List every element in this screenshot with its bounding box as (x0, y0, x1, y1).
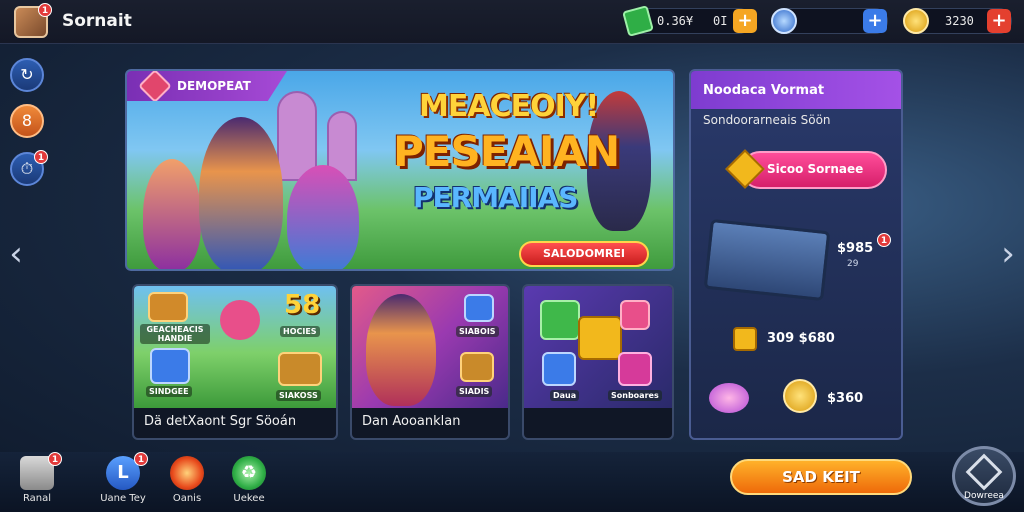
card-caption: Dan Aooanklan (362, 414, 461, 429)
offer-row-2-value: $360 (827, 391, 864, 406)
next-arrow-icon[interactable]: › (998, 234, 1018, 274)
coin-icon (903, 8, 929, 34)
candy-icon (709, 383, 749, 413)
eight-icon[interactable]: 8 (10, 104, 44, 138)
gold-coin-icon (783, 379, 817, 413)
event-card-1[interactable]: GEACHEACIS HANDIE 58 HOCIES SINDGEE SIAK… (132, 284, 338, 440)
hero-button[interactable]: SALODOMREI (519, 241, 649, 267)
bottom-nav-ranal[interactable]: 1 Ranal (8, 452, 66, 504)
cash-icon (622, 5, 654, 37)
gold-box-icon (733, 327, 757, 351)
home-button[interactable]: Dowreea (952, 446, 1016, 506)
gem-icon (138, 71, 172, 101)
add-cash-button[interactable]: + (733, 9, 757, 33)
notification-badge: 1 (38, 3, 52, 17)
offer-row-1-value: 309 $680 (767, 331, 835, 346)
cash-resource: 0.36¥ 0I + (622, 5, 757, 37)
timer-icon[interactable]: ⏱ 1 (10, 150, 48, 186)
timer-badge: 1 (34, 150, 48, 164)
chest-badge: 1 (877, 233, 891, 247)
offer-panel: Noodaca Vormat Sondoorarneais Söön Sicoo… (689, 69, 903, 440)
hero-character-2 (199, 117, 283, 269)
cta-button[interactable]: SAD KEIT (730, 459, 912, 495)
flame-icon (170, 456, 204, 490)
previous-arrow-icon[interactable]: ‹ (6, 234, 26, 274)
hero-banner[interactable]: DEMOPEAT MEACEOIY! PESEAIAN PERMAIIAS SA… (125, 69, 675, 271)
offer-panel-subtitle: Sondoorarneais Söön (703, 113, 831, 127)
recycle-icon: ♻ (232, 456, 266, 490)
blob-icon (220, 300, 260, 340)
diamond-icon (965, 453, 1003, 491)
treasure-chest-icon[interactable]: 1 (14, 3, 52, 38)
bottom-nav-uekee[interactable]: ♻ Uekee (220, 456, 278, 504)
hero-tag: DEMOPEAT (127, 71, 287, 101)
app-title: Sornait (62, 11, 132, 31)
crystal-resource: + (771, 8, 888, 34)
crystal-icon (771, 8, 797, 34)
hero-title-line3: PERMAIIAS (413, 181, 578, 214)
chest-icon[interactable] (703, 218, 831, 302)
chest-sub-value: 29 (847, 259, 859, 269)
bottom-nav-uane-tey[interactable]: L 1 Uane Tey (94, 452, 152, 504)
refresh-icon[interactable]: ↻ (10, 58, 44, 92)
chest-price: $985 (837, 241, 874, 256)
house-icon: 1 (20, 452, 62, 490)
hero-character-1 (143, 159, 201, 269)
l-letter-icon: L 1 (106, 452, 148, 490)
card-caption: Dä detXaont Sgr Söoán (144, 414, 297, 429)
coin-resource: 3230 + (903, 8, 1012, 34)
add-coin-button[interactable]: + (987, 9, 1011, 33)
event-card-2[interactable]: SIABOIS SIADIS Dan Aooanklan (350, 284, 510, 440)
event-card-3[interactable]: Daua Sonboares (522, 284, 674, 440)
bottom-nav-oanis[interactable]: Oanis (158, 456, 216, 504)
hero-title-line2: PESEAIAN (393, 127, 620, 176)
add-crystal-button[interactable]: + (863, 9, 887, 33)
offer-panel-title: Noodaca Vormat (703, 83, 825, 98)
hero-character-3 (287, 165, 359, 269)
hero-title-line1: MEACEOIY! (419, 89, 599, 124)
